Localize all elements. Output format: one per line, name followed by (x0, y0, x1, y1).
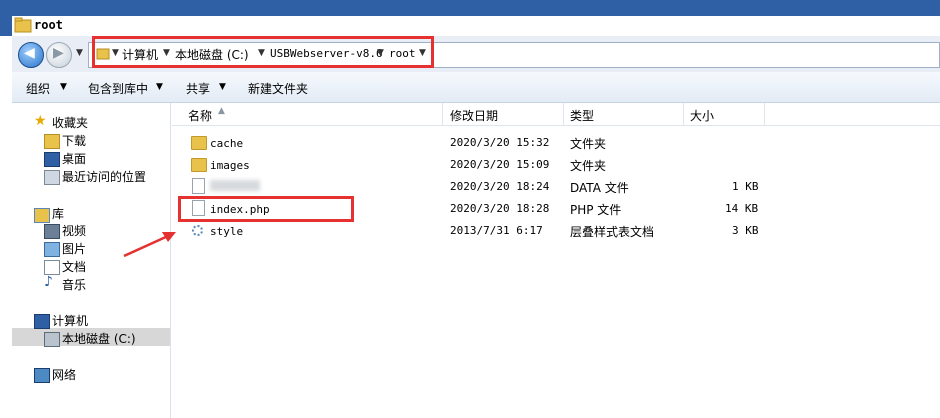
column-divider[interactable] (764, 103, 765, 125)
annotation-highlight-address (92, 36, 434, 68)
downloads-icon (44, 134, 60, 149)
column-name[interactable]: 名称 (188, 107, 212, 124)
file-icon (192, 178, 205, 194)
sort-up-icon: ▲ (218, 106, 225, 116)
nav-favorites[interactable]: 收藏夹 (52, 114, 88, 131)
forward-arrow-icon: ▶ (53, 45, 64, 61)
file-type: DATA 文件 (570, 181, 629, 195)
network-icon (34, 368, 50, 383)
disk-icon (44, 332, 60, 347)
nav-downloads[interactable]: 下载 (62, 132, 86, 149)
column-size[interactable]: 大小 (690, 107, 714, 124)
pictures-icon (44, 242, 60, 257)
nav-desktop[interactable]: 桌面 (62, 150, 86, 167)
include-in-library-button[interactable]: 包含到库中 (88, 80, 148, 97)
share-button[interactable]: 共享 (186, 80, 210, 97)
file-size: 1 KB (732, 180, 759, 193)
redacted-file-name[interactable] (210, 180, 260, 191)
pane-divider (170, 103, 171, 418)
nav-network[interactable]: 网络 (52, 366, 76, 383)
documents-icon (44, 260, 60, 275)
annotation-highlight-file (178, 196, 354, 222)
column-header-bar (172, 103, 940, 126)
chevron-down-icon: ▼ (219, 82, 226, 92)
column-divider[interactable] (683, 103, 684, 125)
column-divider[interactable] (442, 103, 443, 125)
star-icon: ★ (34, 113, 47, 129)
nav-libraries[interactable]: 库 (52, 205, 64, 222)
recent-pages-dropdown[interactable]: ▼ (76, 48, 83, 58)
nav-local-disk[interactable]: 本地磁盘 (C:) (62, 330, 136, 347)
window-title: root (34, 18, 63, 32)
nav-music[interactable]: 音乐 (62, 276, 86, 293)
file-date: 2020/3/20 15:32 (450, 136, 550, 149)
file-size: 3 KB (732, 224, 759, 237)
title-strip (12, 16, 940, 36)
recent-places-icon (44, 170, 60, 185)
folder-icon (191, 158, 207, 172)
file-name[interactable]: cache (210, 137, 243, 150)
computer-icon (34, 314, 50, 329)
column-type[interactable]: 类型 (570, 107, 594, 124)
chevron-down-icon: ▼ (60, 82, 67, 92)
file-date: 2020/3/20 18:24 (450, 180, 550, 193)
file-name[interactable]: style (210, 225, 243, 238)
annotation-arrow-icon (123, 232, 176, 258)
nav-computer[interactable]: 计算机 (52, 312, 88, 329)
desktop-icon (44, 152, 60, 167)
column-divider[interactable] (563, 103, 564, 125)
command-bar (12, 72, 940, 103)
folder-icon (191, 136, 207, 150)
file-type: PHP 文件 (570, 203, 622, 217)
nav-videos[interactable]: 视频 (62, 222, 86, 239)
file-size: 14 KB (725, 202, 759, 215)
new-folder-button[interactable]: 新建文件夹 (248, 80, 308, 97)
file-type: 层叠样式表文档 (570, 225, 655, 239)
organize-button[interactable]: 组织 (26, 80, 50, 97)
videos-icon (44, 224, 60, 239)
gear-icon (192, 225, 203, 236)
back-arrow-icon: ◀ (24, 45, 35, 61)
nav-pictures[interactable]: 图片 (62, 240, 86, 257)
column-date[interactable]: 修改日期 (450, 107, 498, 124)
file-date: 2020/3/20 18:28 (450, 202, 550, 215)
nav-recent[interactable]: 最近访问的位置 (62, 168, 146, 185)
file-name[interactable]: images (210, 159, 250, 172)
file-type: 文件夹 (570, 159, 607, 173)
nav-documents[interactable]: 文档 (62, 258, 86, 275)
file-type: 文件夹 (570, 137, 607, 151)
file-date: 2020/3/20 15:09 (450, 158, 550, 171)
music-icon: ♪ (44, 274, 53, 290)
chevron-down-icon: ▼ (156, 82, 163, 92)
folder-icon (14, 17, 32, 33)
file-date: 2013/7/31 6:17 (450, 224, 543, 237)
library-icon (34, 208, 50, 223)
